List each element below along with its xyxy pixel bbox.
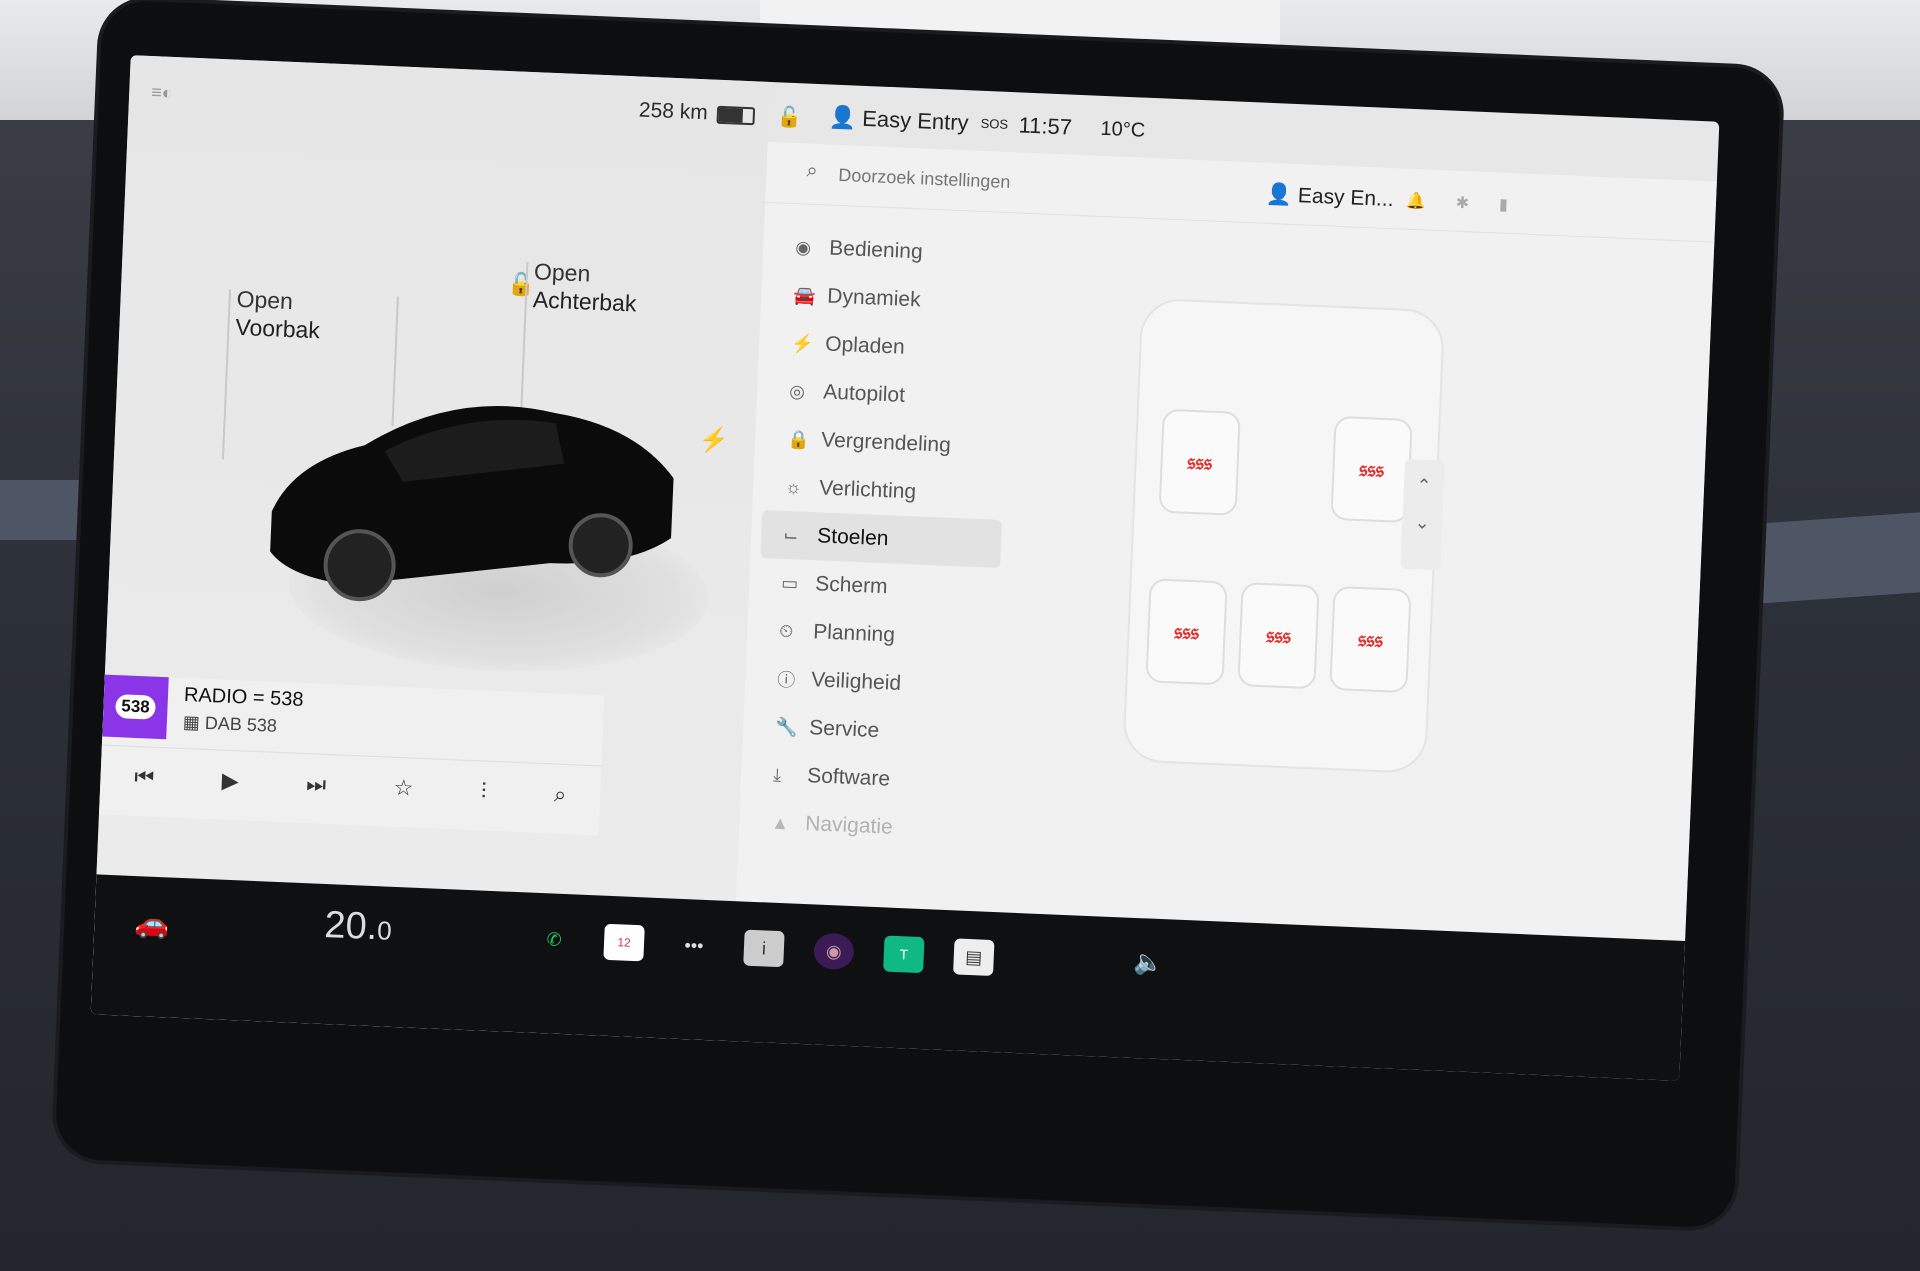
front-trunk-open-text: Open (236, 285, 294, 315)
lock-icon: 🔒 (786, 428, 811, 450)
bell-icon[interactable]: 🔔 (1405, 193, 1456, 212)
media-controls: ⏮ ▶ ⏭ ☆ ⫶ ⌕ (99, 744, 602, 827)
seat-heater-diagram: 𝔰𝔰𝔰 𝔰𝔰𝔰 𝔰𝔰𝔰 𝔰𝔰𝔰 𝔰𝔰𝔰 (1122, 297, 1446, 774)
navigation-icon: ▲ (770, 812, 790, 833)
menu-item-label: Vergrendeling (820, 428, 952, 457)
menu-item-label: Navigatie (804, 812, 894, 839)
favorite-star-icon[interactable]: ☆ (393, 775, 414, 802)
touchscreen: ≡◐ Open Voorbak 🔓 Open Achterbak ⚡ 538 R… (90, 55, 1720, 1081)
settings-profile-name: Easy En... (1297, 184, 1395, 212)
seat-rear-middle[interactable]: 𝔰𝔰𝔰 (1237, 582, 1320, 690)
menu-item-label: Opladen (824, 332, 906, 359)
clock: 11:57 (1018, 112, 1073, 140)
seat-heater-icon: 𝔰𝔰𝔰 (1173, 618, 1200, 645)
menu-item-label: Dynamiek (826, 284, 922, 312)
volume-icon[interactable]: 🔈 (1133, 948, 1164, 978)
battery-indicator (716, 105, 756, 126)
settings-profile[interactable]: 👤 Easy En... (1265, 183, 1394, 212)
screen-icon: ▭ (780, 572, 799, 594)
calendar-day: 12 (617, 935, 632, 950)
media-subtitle: ▦ DAB 538 (182, 711, 278, 736)
unlock-icon[interactable]: 🔓 (507, 271, 535, 298)
menu-item-label: Stoelen (816, 524, 889, 551)
sun-icon: ☼ (784, 476, 803, 498)
steering-wheel-icon: ◎ (788, 380, 806, 402)
settings-menu: ◉ Bediening 🚘 Dynamiek ⚡ Opladen ◎ Autopilot… (748, 222, 1014, 856)
more-apps-icon[interactable]: ••• (673, 927, 714, 965)
car-icon: 🚘 (792, 284, 817, 306)
media-source: DAB 538 (204, 712, 278, 736)
bluetooth-icon[interactable]: ✱ (1455, 195, 1499, 214)
rear-trunk-open-text: Open (533, 258, 591, 287)
menu-item-label: Bediening (828, 236, 924, 264)
seat-icon: ⌙ (782, 524, 799, 545)
sos-indicator: SOS (980, 115, 1009, 132)
lte-signal-icon: ▮ (1498, 196, 1539, 216)
climate-temp-decimal: 0 (376, 915, 393, 946)
play-icon[interactable]: ▶ (221, 768, 239, 795)
settings-panel: ⌕ 👤 Easy En... 🔔✱▮ ◉ Bediening 🚘 Dynamiek … (735, 141, 1717, 941)
seat-front-right[interactable]: 𝔰𝔰𝔰 (1330, 415, 1413, 524)
seat-heater-icon: 𝔰𝔰𝔰 (1358, 455, 1385, 482)
seat-heater-icon: 𝔰𝔰𝔰 (1265, 622, 1292, 649)
search-icon: ⌕ (806, 159, 819, 182)
seat-rear-left[interactable]: 𝔰𝔰𝔰 (1145, 578, 1228, 686)
manual-icon[interactable]: i (743, 929, 785, 968)
menu-item-label: Planning (812, 620, 896, 647)
settings-search-input[interactable] (835, 156, 1241, 210)
front-trunk-name: Voorbak (234, 313, 321, 344)
seat-front-left[interactable]: 𝔰𝔰𝔰 (1158, 408, 1241, 516)
car-dock-icon[interactable]: 🚗 (134, 906, 170, 940)
menu-item-label: Scherm (814, 572, 889, 599)
wrench-icon: 🔧 (774, 716, 799, 738)
menu-item-label: Verlichting (818, 476, 917, 504)
climate-temp-integer: 20. (323, 904, 379, 949)
seat-rear-right[interactable]: 𝔰𝔰𝔰 (1329, 585, 1412, 694)
rear-trunk-label[interactable]: Open Achterbak (532, 257, 638, 317)
download-icon: ⤓ (772, 764, 782, 785)
calendar-icon[interactable]: 12 (603, 923, 645, 962)
seat-heater-icon: 𝔰𝔰𝔰 (1186, 448, 1213, 475)
menu-item-label: Autopilot (822, 380, 906, 407)
station-logo-text: 538 (114, 694, 157, 720)
phone-icon[interactable]: ✆ (533, 921, 574, 959)
bolt-icon: ⚡ (790, 332, 815, 354)
chevron-up-icon[interactable]: ⌃ (1403, 475, 1444, 498)
media-title: RADIO = 538 (183, 683, 304, 711)
front-trunk-label[interactable]: Open Voorbak (235, 285, 322, 344)
next-track-icon[interactable]: ⏭ (306, 771, 327, 798)
battery-fill (718, 107, 743, 123)
media-search-icon[interactable]: ⌕ (553, 782, 567, 808)
media-player: 538 RADIO = 538 ▦ DAB 538 ⏮ ▶ ⏭ ☆ ⫶ ⌕ (98, 674, 605, 836)
range-readout[interactable]: 258 km (638, 98, 708, 125)
menu-item-navigatie[interactable]: ▲ Navigatie (748, 798, 990, 856)
menu-item-label: Veiligheid (810, 668, 902, 695)
driver-profile[interactable]: 👤 Easy Entry (828, 104, 969, 136)
camera-icon[interactable]: ◉ (813, 932, 855, 971)
toybox-icon[interactable]: T (883, 935, 925, 974)
equalizer-icon[interactable]: ⫶ (480, 778, 487, 804)
previous-track-icon[interactable]: ⏮ (134, 764, 155, 791)
scroll-buttons: ⌃ ⌄ (1400, 458, 1445, 571)
car-image (270, 406, 674, 602)
cabin-outline (1122, 297, 1446, 774)
climate-temperature[interactable]: 20.0 (324, 904, 393, 950)
seat-heater-icon: 𝔰𝔰𝔰 (1357, 626, 1384, 653)
menu-item-label: Service (808, 716, 880, 743)
station-logo[interactable]: 538 (102, 674, 169, 740)
connectivity-icons: 🔔✱▮ (1405, 191, 1538, 217)
chevron-down-icon[interactable]: ⌄ (1402, 512, 1443, 535)
driver-profile-name: Easy Entry (861, 105, 970, 136)
lock-status-icon[interactable]: 🔓 (776, 104, 802, 130)
rear-trunk-name: Achterbak (532, 286, 637, 317)
toggle-icon: ◉ (794, 236, 812, 258)
app-launcher: ✆ 12 ••• i ◉ T ▤ (533, 921, 995, 977)
alarm-icon: ⏲ (778, 620, 794, 641)
menu-item-label: Software (806, 764, 891, 791)
notes-icon[interactable]: ▤ (953, 938, 995, 977)
warning-icon: ⓘ (776, 669, 796, 691)
front-trunk-line (221, 289, 232, 460)
charge-port-icon[interactable]: ⚡ (699, 425, 730, 455)
outside-temperature: 10°C (1100, 117, 1146, 142)
